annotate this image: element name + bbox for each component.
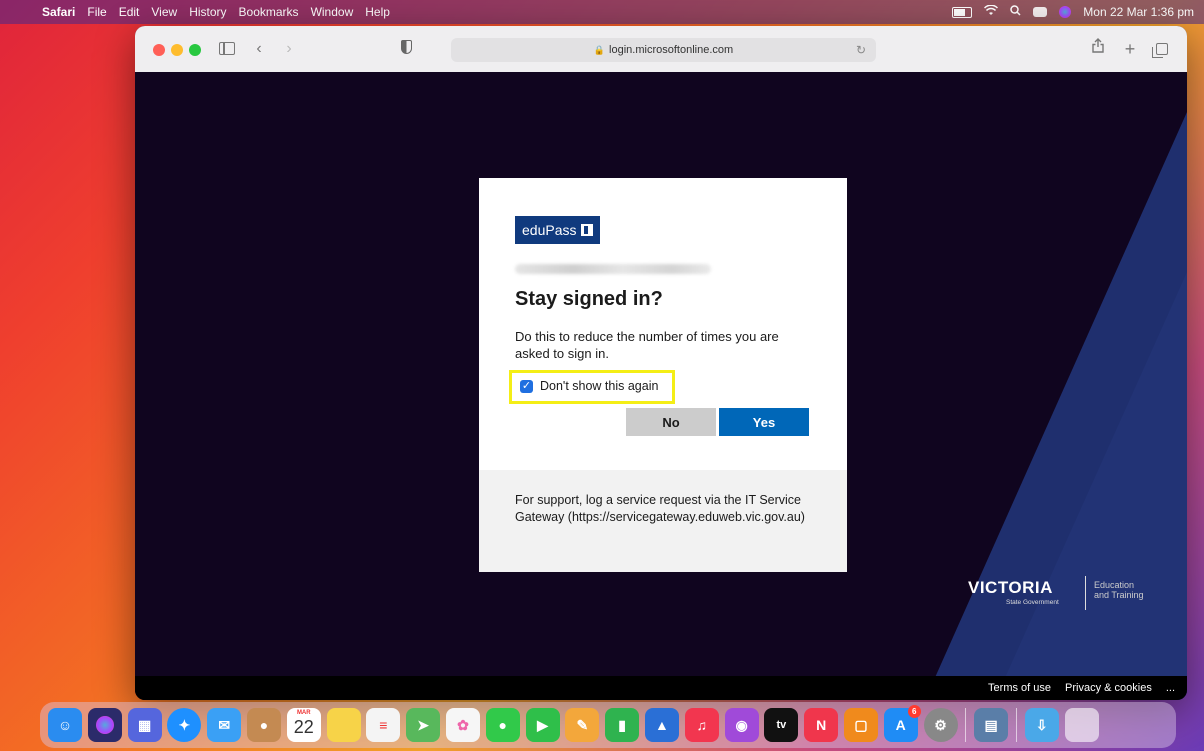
edupass-logo: eduPass [515, 216, 601, 244]
page-footer: Terms of use Privacy & cookies ... [135, 676, 1187, 700]
battery-icon[interactable] [952, 6, 973, 18]
pages-icon[interactable]: ✎ [565, 708, 600, 742]
education-training-text: Education and Training [1094, 580, 1144, 600]
support-text: For support, log a service request via t… [515, 493, 805, 524]
menu-view[interactable]: View [151, 5, 177, 19]
zoom-window-button[interactable] [189, 44, 201, 56]
menu-history[interactable]: History [189, 5, 226, 19]
music-icon[interactable]: ♫ [684, 708, 719, 742]
logo-divider [1085, 576, 1086, 610]
sidebar-toggle-icon[interactable] [217, 38, 237, 60]
menu-bookmarks[interactable]: Bookmarks [239, 5, 299, 19]
dont-show-again-label[interactable]: Don't show this again [540, 379, 658, 393]
app-store-icon[interactable]: A6 [883, 705, 921, 742]
dock-separator [1015, 708, 1017, 742]
state-government-text: State Government [1006, 599, 1059, 606]
browser-toolbar: ‹ › 🔒 login.microsoftonline.com ↻ + [135, 26, 1187, 73]
forward-button[interactable]: › [281, 38, 297, 60]
no-button[interactable]: No [626, 408, 716, 436]
yes-button[interactable]: Yes [719, 408, 809, 436]
podcasts-icon[interactable]: ◉ [724, 708, 759, 742]
edupass-logo-text: eduPass [522, 222, 577, 238]
calendar-month: MAR [296, 710, 311, 716]
trash-icon[interactable] [1064, 708, 1099, 742]
web-page: eduPass Stay signed in? Do this to reduc… [135, 72, 1187, 700]
preview-document-icon[interactable]: ▤ [974, 708, 1009, 742]
app-store-badge: 6 [907, 705, 921, 718]
calendar-day: 22 [293, 717, 314, 737]
mail-icon[interactable]: ✉ [207, 708, 242, 742]
menu-clock[interactable]: Mon 22 Mar 1:36 pm [1083, 5, 1194, 19]
books-icon[interactable]: ▢ [843, 708, 878, 742]
news-icon[interactable]: N [804, 708, 839, 742]
reminders-icon[interactable]: ≡ [366, 708, 401, 742]
tab-overview-icon[interactable] [1152, 38, 1171, 60]
menu-edit[interactable]: Edit [119, 5, 140, 19]
keynote-icon[interactable]: ▲ [644, 708, 679, 742]
photos-icon[interactable]: ✿ [445, 708, 480, 742]
new-tab-button[interactable]: + [1122, 38, 1138, 60]
dialog-description: Do this to reduce the number of times yo… [515, 329, 779, 361]
messages-icon[interactable]: ● [485, 708, 520, 742]
dont-show-again-checkbox[interactable]: ✓ [520, 380, 533, 393]
siri-app-icon[interactable] [87, 708, 122, 742]
notes-icon[interactable] [326, 708, 361, 742]
victoria-government-logo: VICTORIA State Government Education and … [968, 568, 1148, 618]
back-button[interactable]: ‹ [251, 38, 267, 60]
wifi-icon[interactable] [984, 4, 999, 19]
maps-icon[interactable]: ➤ [406, 708, 441, 742]
menu-bar: Safari File Edit View History Bookmarks … [0, 0, 1204, 24]
url-text: login.microsoftonline.com [609, 44, 734, 56]
contacts-icon[interactable]: ● [246, 708, 281, 742]
apple-tv-icon[interactable]: tv [764, 708, 799, 742]
edupass-mark-icon [581, 224, 594, 236]
reload-icon[interactable]: ↻ [856, 38, 866, 62]
stay-signed-in-dialog: eduPass Stay signed in? Do this to reduc… [479, 178, 847, 572]
safari-window: ‹ › 🔒 login.microsoftonline.com ↻ + eduP… [135, 26, 1187, 700]
share-icon[interactable] [1090, 38, 1106, 60]
more-options-button[interactable]: ... [1166, 682, 1175, 694]
facetime-icon[interactable]: ▶ [525, 708, 560, 742]
finder-icon[interactable]: ☺ [48, 708, 82, 742]
blurred-account-email [515, 264, 711, 274]
privacy-cookies-link[interactable]: Privacy & cookies [1065, 682, 1152, 694]
minimize-window-button[interactable] [171, 44, 183, 56]
menu-window[interactable]: Window [311, 5, 354, 19]
dialog-support-footer: For support, log a service request via t… [479, 470, 847, 572]
siri-icon[interactable] [1059, 6, 1072, 18]
terms-of-use-link[interactable]: Terms of use [988, 682, 1051, 694]
victoria-wordmark: VICTORIA [968, 578, 1053, 597]
menu-app-name[interactable]: Safari [42, 5, 75, 19]
address-bar[interactable]: 🔒 login.microsoftonline.com ↻ [451, 38, 876, 62]
system-preferences-icon[interactable]: ⚙ [923, 708, 958, 742]
dock: ☺ ▦ ✦ ✉ ● MAR 22 ≡ ➤ ✿ ● ▶ ✎ ▮ ▲ ♫ ◉ tv … [40, 702, 1176, 748]
control-center-icon[interactable] [1033, 7, 1048, 17]
calendar-icon[interactable]: MAR 22 [286, 708, 321, 742]
downloads-folder-icon[interactable]: ⇩ [1024, 708, 1059, 742]
launchpad-icon[interactable]: ▦ [127, 708, 162, 742]
safari-app-icon[interactable]: ✦ [167, 708, 202, 742]
dock-separator [965, 708, 967, 742]
numbers-icon[interactable]: ▮ [605, 708, 640, 742]
close-window-button[interactable] [153, 44, 165, 56]
lock-icon: 🔒 [593, 44, 606, 55]
spotlight-search-icon[interactable] [1010, 5, 1021, 19]
dialog-title: Stay signed in? [515, 288, 663, 310]
privacy-report-shield-icon[interactable] [398, 38, 414, 60]
menu-help[interactable]: Help [365, 5, 390, 19]
menu-file[interactable]: File [87, 5, 106, 19]
